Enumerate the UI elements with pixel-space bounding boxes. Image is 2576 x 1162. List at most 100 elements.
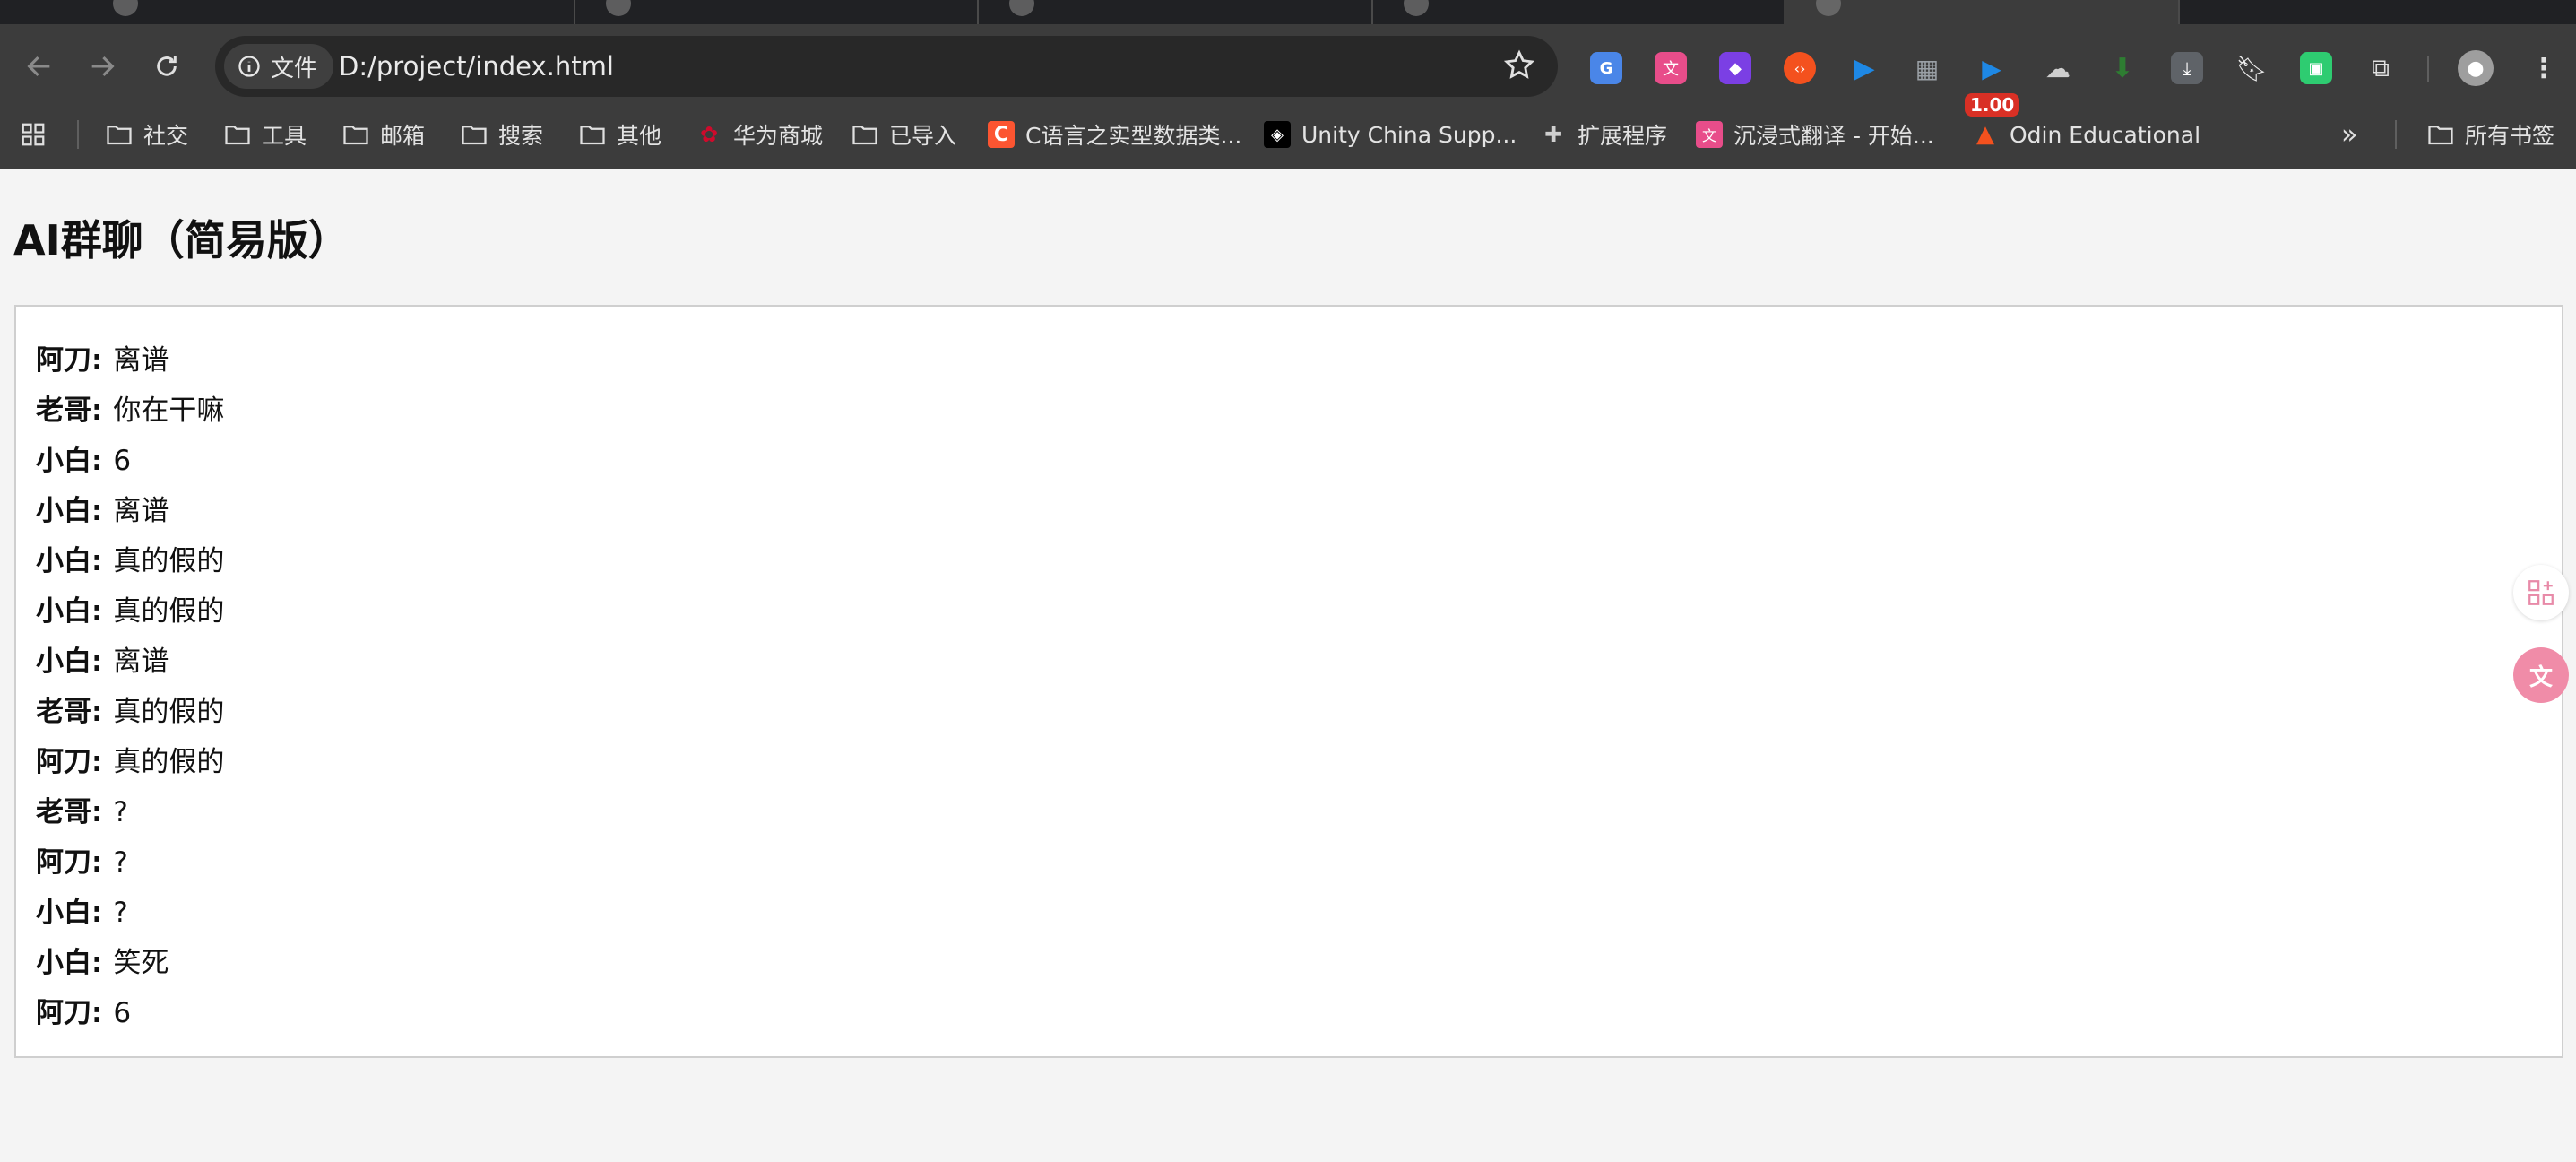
bookmark-unity[interactable]: ◈ Unity China Supp... [1264,108,1517,161]
bookmark-folder-other[interactable]: 其他 [579,108,661,161]
green-extension[interactable]: ▣ [2300,52,2332,84]
message-sender: 老哥: [36,395,103,427]
reload-icon [157,56,177,76]
translate-icon: 文 [2528,663,2553,691]
code-extension[interactable]: ‹› [1784,52,1816,84]
message-sender: 小白: [36,595,103,628]
bookmark-label: 所有书签 [2465,123,2555,149]
bookmark-label: 其他 [617,123,662,149]
message-text: 笑死 [113,947,169,979]
toolbar-divider [2427,56,2429,82]
profile-avatar[interactable]: ● [2458,50,2494,86]
bookmark-odin[interactable]: ▲ Odin Educational [1972,108,2200,161]
browser-menu-button[interactable]: ⋮ [2528,52,2560,84]
message-text: 真的假的 [113,696,225,728]
bookmark-immersive-translate[interactable]: 文 沉浸式翻译 - 开始... [1696,108,1934,161]
huawei-logo-icon: ✿ [699,122,719,147]
message-text: 真的假的 [113,545,225,577]
back-button[interactable] [20,47,59,86]
immersive-translate-extension[interactable]: 文 [1655,52,1687,84]
tab-4[interactable] [1371,0,1785,24]
bookmark-star-button[interactable] [1502,48,1536,86]
bookmark-folder-search[interactable]: 搜索 [461,108,543,161]
bookmark-label: C语言之实型数据类... [1025,123,1242,149]
url-text[interactable]: D:/project/index.html [339,36,614,97]
bookmarks-overflow-button[interactable]: » [2341,108,2357,161]
download-green-extension[interactable]: ⬇ [2106,52,2139,84]
apps-grid-icon [22,123,45,146]
chat-message: 阿刀: 6 [36,990,131,1030]
bookmark-label: Odin Educational [2010,121,2201,148]
unity-logo-icon: ◈ [1264,121,1291,148]
site-info-chip[interactable]: 文件 [224,44,334,89]
bookmark-label: 已导入 [889,123,957,149]
message-text: 离谱 [113,646,169,678]
reload-button[interactable] [147,47,186,86]
cloud-extension[interactable]: ☁ [2042,52,2074,84]
tab-favicon-icon [1816,0,1841,16]
bookmark-folder-social[interactable]: 社交 [106,108,188,161]
forward-button[interactable] [82,47,122,86]
message-text: 真的假的 [113,746,225,778]
browser-chrome: 文件 D:/project/index.html G 文 ◆ ‹› ▶ ▦ ▶ … [0,0,2576,169]
bookmarks-divider [77,120,79,149]
folder-icon [851,121,878,148]
message-sender: 阿刀: [36,344,103,377]
apps-plus-icon [2528,580,2554,605]
message-text: 6 [113,997,132,1029]
bookmark-huawei[interactable]: ✿ 华为商城 [696,108,823,161]
message-sender: 阿刀: [36,746,103,778]
message-sender: 阿刀: [36,997,103,1029]
message-text: 离谱 [113,495,169,527]
chat-message: 老哥: 真的假的 [36,689,224,729]
chat-message: 小白: 真的假的 [36,588,224,629]
tab-3[interactable] [977,0,1373,24]
apps-button[interactable] [20,108,47,161]
puzzle-icon: ◆ [1729,58,1742,78]
message-sender: 小白: [36,495,103,527]
grid-extension[interactable]: ▦ [1911,52,1943,84]
tab-active[interactable] [1784,0,2180,24]
download-extension[interactable]: ⤓ [2171,52,2203,84]
folder-icon [2427,121,2454,148]
playback-speed-extension[interactable]: ▶ [1975,52,2008,84]
side-widget-translate-button[interactable]: 文 [2513,647,2569,703]
folder-icon [579,121,606,148]
message-sender: 老哥: [36,696,103,728]
translate-icon: 文 [1663,60,1679,79]
bookmark-label: 华为商城 [733,123,824,149]
chat-message: 小白: 笑死 [36,940,169,980]
bookmark-extension[interactable]: 🔖︎ [2235,52,2268,84]
chat-log[interactable]: 阿刀: 离谱 老哥: 你在干嘛 小白: 6 小白: 离谱 小白: 真的假的 小白: 真的假的… [14,305,2563,1058]
bookmark-folder-imported[interactable]: 已导入 [851,108,956,161]
tab-favicon-icon [606,0,631,16]
bookmark-label: 沉浸式翻译 - 开始... [1733,123,1934,149]
tab-favicon-icon [1009,0,1034,16]
bookmark-extensions[interactable]: ✚ 扩展程序 [1540,108,1667,161]
extensions-menu-button[interactable]: ⧉ [2364,52,2397,84]
all-bookmarks-button[interactable]: 所有书签 [2427,108,2554,161]
tab-2[interactable] [574,0,979,24]
bookmark-label: Unity China Supp... [1301,121,1517,148]
address-bar[interactable]: 文件 D:/project/index.html [215,36,1558,97]
bookmark-label: 邮箱 [380,123,426,149]
side-widget-apps-button[interactable] [2513,565,2569,620]
arrow-extension[interactable]: ▶ [1848,52,1880,84]
immersive-translate-icon: 文 [1696,121,1723,148]
tab-1[interactable] [81,0,575,24]
bookmarks-bar: 社交 工具 邮箱 搜索 其他 ✿ 华为商城 已导入 C C语言之实型数据类... [0,108,2576,161]
google-translate-extension[interactable]: G [1590,52,1622,84]
message-sender: 老哥: [36,796,103,828]
tab-strip [0,0,2576,24]
bookmark-folder-tools[interactable]: 工具 [224,108,307,161]
chat-message: 阿刀: 离谱 [36,337,169,377]
message-sender: 小白: [36,897,103,929]
message-text: 6 [113,445,132,477]
tab-favicon-icon [113,0,138,16]
info-icon [238,56,260,77]
chat-message: 小白: 6 [36,438,131,478]
purple-extension[interactable]: ◆ [1719,52,1751,84]
bookmark-csdn[interactable]: C C语言之实型数据类... [988,108,1241,161]
message-sender: 小白: [36,646,103,678]
bookmark-folder-mail[interactable]: 邮箱 [342,108,425,161]
